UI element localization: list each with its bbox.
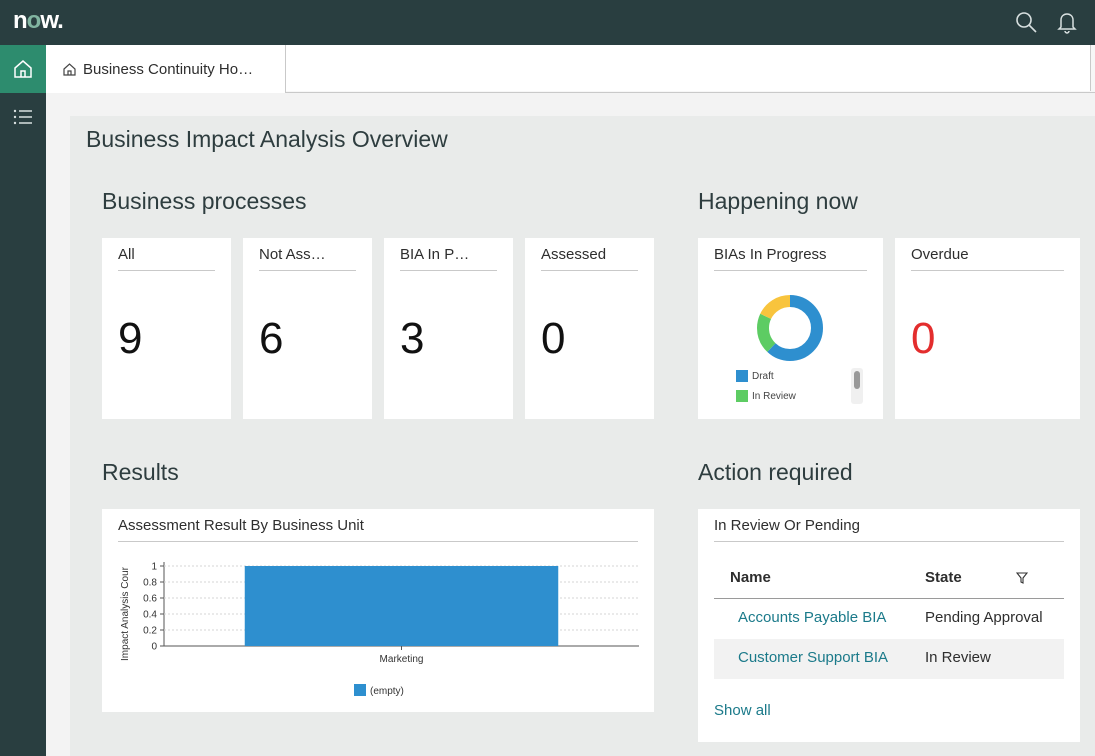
legend-swatch (736, 370, 748, 382)
legend-label: In Review (752, 390, 796, 402)
table-row: Customer Support BIA In Review (714, 639, 1064, 679)
list-nav-button[interactable] (0, 93, 46, 141)
card-assessed[interactable]: Assessed 0 (525, 238, 654, 419)
card-bias-in-progress[interactable]: BIAs In Progress Draft In Review (698, 238, 883, 419)
row-name-link[interactable]: Accounts Payable BIA (738, 609, 886, 626)
business-processes-heading: Business processes (102, 188, 307, 214)
tab-strip: Business Continuity Ho… (46, 45, 1095, 93)
left-nav-rail (0, 45, 46, 756)
legend-label: (empty) (370, 686, 404, 697)
legend-draft: Draft (736, 370, 774, 382)
card-label: In Review Or Pending (714, 517, 1064, 542)
card-value: 3 (400, 314, 425, 363)
search-icon[interactable] (1013, 9, 1039, 35)
row-state: In Review (925, 649, 991, 666)
card-overdue[interactable]: Overdue 0 (895, 238, 1080, 419)
logo-letter-w: w. (40, 7, 63, 34)
card-all[interactable]: All 9 (102, 238, 231, 419)
tab-business-continuity-home[interactable]: Business Continuity Ho… (46, 45, 286, 93)
legend-swatch (354, 684, 366, 696)
legend-scrollbar[interactable] (851, 368, 863, 404)
happening-now-heading: Happening now (698, 188, 858, 214)
card-label: Assessment Result By Business Unit (118, 517, 638, 542)
column-header-name[interactable]: Name (730, 569, 771, 586)
card-value: 0 (911, 314, 936, 363)
results-chart-card: Assessment Result By Business Unit 0 0.2 0… (102, 509, 654, 712)
card-value: 6 (259, 314, 284, 363)
servicenow-logo[interactable]: now. (13, 7, 64, 35)
table-header: Name State (714, 559, 1064, 599)
card-not-assessed[interactable]: Not Ass… 6 (243, 238, 372, 419)
filter-icon[interactable] (1016, 572, 1028, 584)
action-required-heading: Action required (698, 459, 853, 485)
tab-empty-area (286, 45, 1091, 91)
show-all-link[interactable]: Show all (714, 702, 771, 719)
y-tick-label: 0 (151, 642, 157, 653)
bar[interactable] (244, 566, 559, 646)
home-nav-button[interactable] (0, 45, 46, 93)
card-bia-in-progress[interactable]: BIA In P… 3 (384, 238, 513, 419)
row-state: Pending Approval (925, 609, 1043, 626)
table-row: Accounts Payable BIA Pending Approval (714, 599, 1064, 639)
y-tick-label: 0.8 (143, 578, 157, 589)
legend-swatch (736, 390, 748, 402)
column-header-state[interactable]: State (925, 569, 962, 586)
card-value: 9 (118, 314, 143, 363)
tab-label: Business Continuity Ho… (83, 60, 254, 78)
list-icon (13, 109, 32, 125)
card-label: Overdue (911, 246, 1064, 271)
card-label: BIA In P… (400, 246, 497, 271)
y-tick-label: 0.2 (143, 626, 157, 637)
y-tick-label: 0.6 (143, 594, 157, 605)
card-label: BIAs In Progress (714, 246, 867, 271)
logo-letter-n: n (13, 7, 28, 34)
legend-label: Draft (752, 370, 774, 382)
logo-letter-o: o (26, 7, 42, 34)
scrollbar-thumb[interactable] (854, 371, 860, 389)
x-tick-label: Marketing (380, 654, 424, 665)
results-heading: Results (102, 459, 179, 485)
action-required-card: In Review Or Pending Name State Accounts… (698, 509, 1080, 742)
card-label: Not Ass… (259, 246, 356, 271)
card-label: All (118, 246, 215, 271)
home-icon (63, 62, 76, 76)
bell-icon[interactable] (1054, 9, 1080, 35)
y-tick-label: 0.4 (143, 610, 157, 621)
card-label: Assessed (541, 246, 638, 271)
card-value: 0 (541, 314, 566, 363)
home-icon (14, 60, 32, 78)
bar-chart[interactable]: 0 0.2 0.4 0.6 0.8 1 Marketing Impact Analysis C… (102, 547, 654, 712)
top-header: now. (0, 0, 1095, 45)
page-title: Business Impact Analysis Overview (86, 126, 448, 152)
legend-in-review: In Review (736, 390, 796, 402)
y-axis-label: Impact Analysis Cour (120, 566, 131, 661)
y-tick-label: 1 (151, 562, 157, 573)
row-name-link[interactable]: Customer Support BIA (738, 649, 888, 666)
